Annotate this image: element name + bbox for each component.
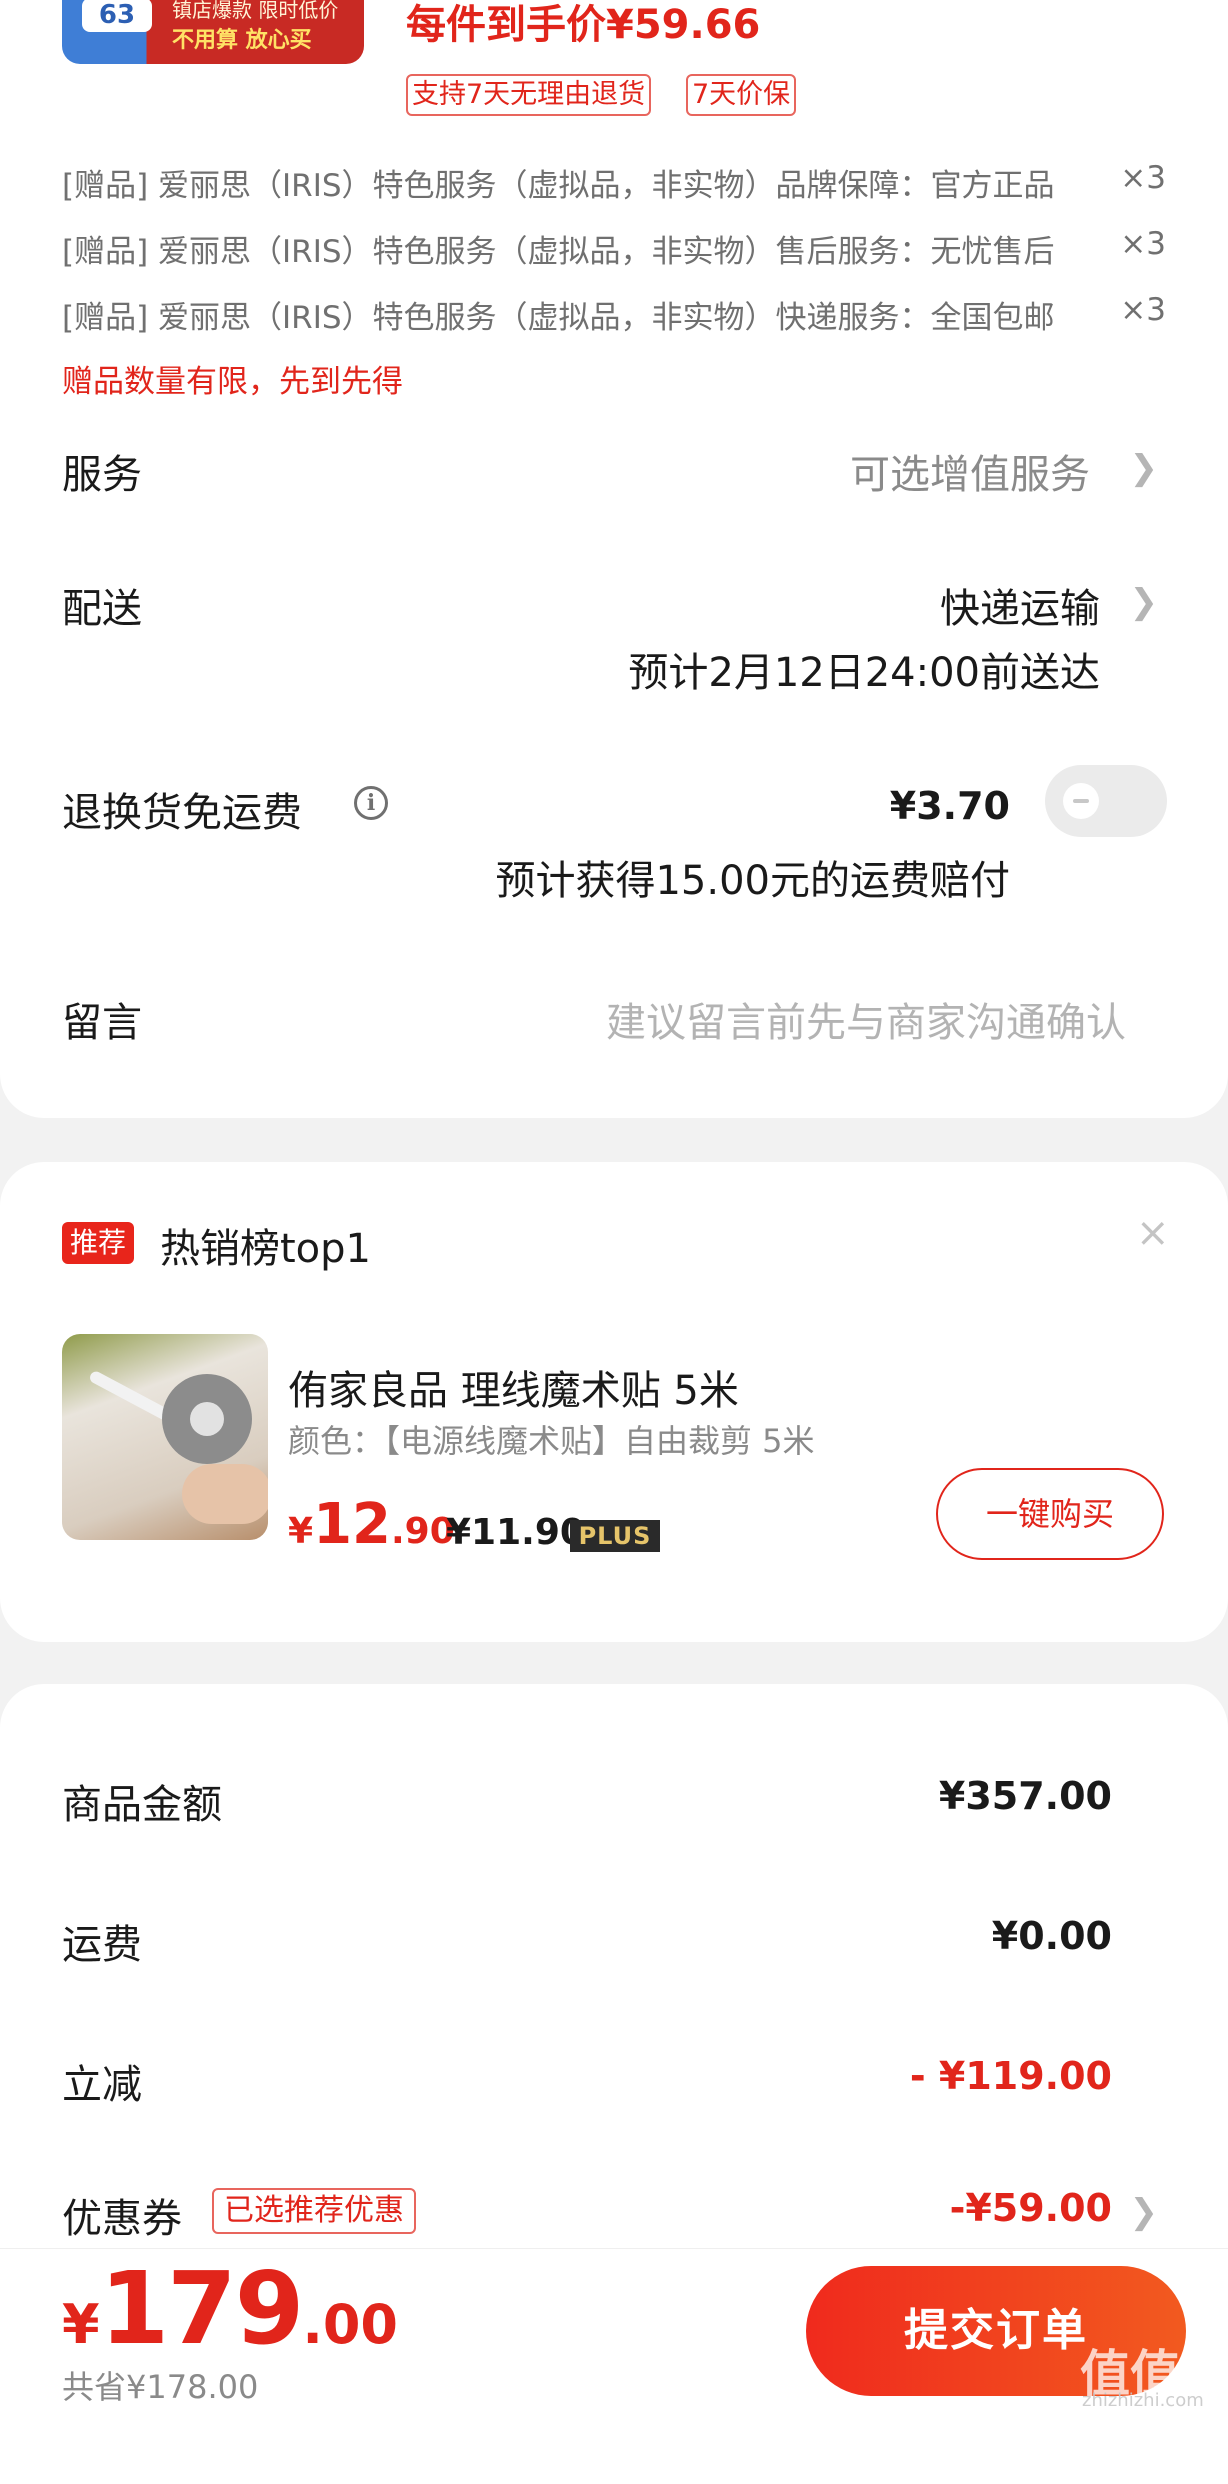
total-price: ¥179.00 (62, 2250, 398, 2367)
delivery-eta: 预计2月12日24:00前送达 (628, 650, 1100, 696)
plus-price: ¥11.90 (446, 1512, 585, 1553)
gift-item-text: [赠品] 爱丽思（IRIS）特色服务（虚拟品，非实物）售后服务：无忧售后 (62, 234, 1055, 270)
recommend-product-name[interactable]: 侑家良品 理线魔术贴 5米 (288, 1358, 739, 1416)
coupon-label: 优惠券 (62, 2196, 182, 2242)
close-icon[interactable]: × (1136, 1210, 1170, 1256)
gift-limit-note: 赠品数量有限，先到先得 (62, 364, 403, 400)
image-hand-shape (182, 1464, 268, 1524)
gift-item: [赠品] 爱丽思（IRIS）特色服务（虚拟品，非实物）快递服务：全国包邮 ×3 (62, 292, 1166, 337)
shipping-fee-value: ¥0.00 (991, 1914, 1112, 1958)
return-shipping-label: 退换货免运费 (62, 790, 302, 836)
return-shipping-toggle[interactable] (1045, 765, 1167, 837)
chevron-right-icon[interactable]: ❯ (1130, 2192, 1159, 2232)
plus-badge: PLUS (570, 1520, 660, 1552)
gift-item-text: [赠品] 爱丽思（IRIS）特色服务（虚拟品，非实物）品牌保障：官方正品 (62, 168, 1055, 204)
message-label: 留言 (62, 1000, 142, 1046)
instant-discount-value: - ¥119.00 (909, 2054, 1112, 2098)
thumb-badge-number: 63 (82, 0, 152, 32)
gift-item: [赠品] 爱丽思（IRIS）特色服务（虚拟品，非实物）品牌保障：官方正品 ×3 (62, 160, 1166, 205)
thumb-text-1: 镇店爆款 限时低价 (172, 0, 339, 22)
price-protect-tag: 7天价保 (686, 74, 797, 116)
info-icon[interactable]: i (354, 786, 388, 820)
coupon-value[interactable]: -¥59.00 (950, 2186, 1112, 2230)
gift-item-text: [赠品] 爱丽思（IRIS）特色服务（虚拟品，非实物）快递服务：全国包邮 (62, 300, 1055, 336)
shipping-fee-label: 运费 (62, 1922, 142, 1968)
return-policy-tag: 支持7天无理由退货 (406, 74, 652, 116)
service-label: 服务 (62, 452, 142, 498)
gift-item-qty: ×3 (1120, 292, 1166, 328)
instant-discount-label: 立减 (62, 2062, 142, 2108)
delivery-method[interactable]: 快递运输 (940, 576, 1100, 634)
thumb-text-2: 不用算 放心买 (172, 28, 312, 53)
gift-item-qty: ×3 (1120, 226, 1166, 262)
price-currency: ¥ (288, 1511, 314, 1552)
toggle-knob (1063, 783, 1099, 819)
recommend-product-spec: 颜色：【电源线魔术贴】自由裁剪 5米 (288, 1422, 815, 1460)
price-integer: 12 (313, 1492, 391, 1557)
message-input[interactable]: 建议留言前先与商家沟通确认 (606, 990, 1126, 1048)
total-integer: 179 (99, 2250, 305, 2367)
total-currency: ¥ (62, 2293, 100, 2356)
recommend-badge: 推荐 (62, 1222, 135, 1264)
goods-amount-label: 商品金额 (62, 1782, 222, 1828)
unit-price-text: 每件到手价¥59.66 (406, 2, 761, 48)
gift-item: [赠品] 爱丽思（IRIS）特色服务（虚拟品，非实物）售后服务：无忧售后 ×3 (62, 226, 1166, 271)
goods-amount-value: ¥357.00 (938, 1774, 1112, 1818)
image-roll-core-shape (190, 1402, 224, 1436)
chevron-right-icon[interactable]: ❯ (1130, 582, 1159, 622)
recommend-product-image[interactable] (62, 1334, 268, 1540)
chevron-right-icon[interactable]: ❯ (1130, 448, 1159, 488)
compensation-note: 预计获得15.00元的运费赔付 (495, 858, 1010, 904)
delivery-label: 配送 (62, 586, 142, 632)
total-decimal: .00 (302, 2293, 398, 2356)
watermark-url: zhizhizhi.com (1082, 2390, 1204, 2411)
one-click-buy-button[interactable]: 一键购买 (936, 1468, 1164, 1560)
recommend-price: ¥12.90 (288, 1492, 455, 1557)
gift-item-qty: ×3 (1120, 160, 1166, 196)
return-shipping-price: ¥3.70 (889, 784, 1010, 828)
recommend-title: 热销榜top1 (160, 1226, 371, 1272)
service-value[interactable]: 可选增值服务 (850, 442, 1090, 500)
coupon-recommend-tag: 已选推荐优惠 (212, 2188, 416, 2234)
product-thumbnail[interactable]: 63 镇店爆款 限时低价 不用算 放心买 (62, 0, 364, 64)
total-saved: 共省¥178.00 (62, 2368, 259, 2406)
